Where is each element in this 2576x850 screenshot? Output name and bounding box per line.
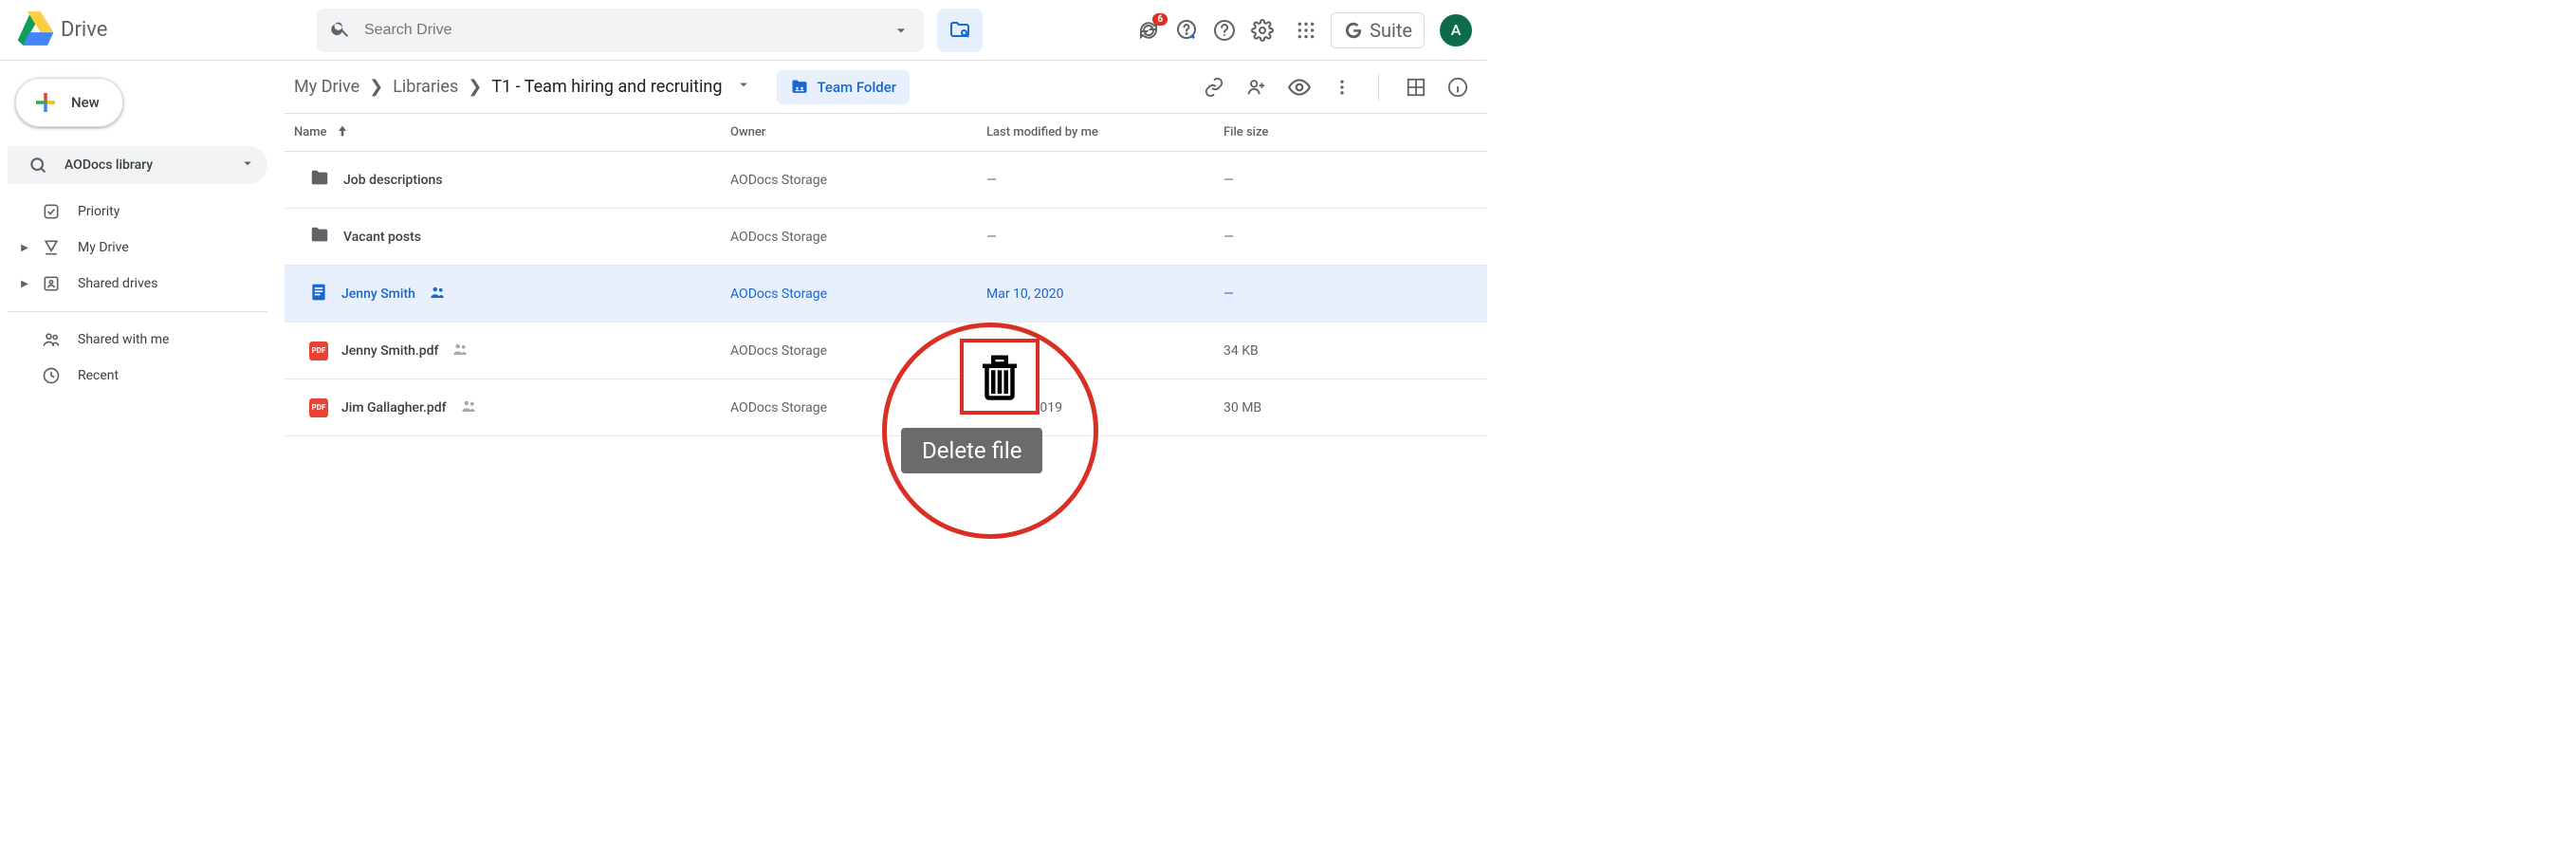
chevron-right-icon: ❯ bbox=[468, 77, 482, 97]
team-folder-label: Team Folder bbox=[817, 79, 896, 96]
sidebar-item-label: Shared with me bbox=[78, 332, 256, 347]
chevron-down-icon[interactable] bbox=[735, 76, 752, 98]
shared-icon bbox=[429, 284, 446, 305]
sidebar-item-priority[interactable]: Priority bbox=[8, 194, 267, 230]
file-name: Jenny Smith bbox=[341, 286, 415, 302]
file-name: Jim Gallagher.pdf bbox=[341, 400, 447, 416]
breadcrumb-my-drive[interactable]: My Drive bbox=[294, 77, 359, 97]
new-button-label: New bbox=[71, 94, 100, 111]
sidebar-divider bbox=[8, 311, 267, 312]
expand-arrow-icon[interactable]: ▶ bbox=[19, 243, 30, 253]
new-button[interactable]: New bbox=[15, 78, 123, 127]
gdoc-icon bbox=[309, 283, 328, 305]
file-owner: AODocs Storage bbox=[730, 230, 986, 245]
file-size: 30 MB bbox=[1224, 400, 1468, 416]
pdf-icon: PDF bbox=[309, 342, 328, 360]
file-name: Vacant posts bbox=[343, 230, 421, 245]
toolbar-divider bbox=[1378, 74, 1379, 101]
main-content: My Drive ❯ Libraries ❯ T1 - Team hiring … bbox=[285, 61, 1487, 436]
logo-area[interactable]: Drive bbox=[15, 11, 224, 49]
sidebar-aodocs-library[interactable]: AODocs library bbox=[8, 146, 267, 184]
team-folder-chip[interactable]: Team Folder bbox=[777, 70, 910, 104]
breadcrumb-libraries[interactable]: Libraries bbox=[393, 77, 458, 97]
file-list: Job descriptionsAODocs Storage——Vacant p… bbox=[285, 152, 1487, 436]
sidebar-item-recent[interactable]: Recent bbox=[8, 358, 267, 394]
search-icon bbox=[330, 18, 351, 43]
file-size: — bbox=[1224, 230, 1468, 245]
sort-arrow-up-icon bbox=[335, 123, 350, 142]
product-name: Drive bbox=[61, 18, 107, 42]
get-link-icon[interactable] bbox=[1204, 77, 1224, 98]
sidebar-item-shared-drives[interactable]: ▶ Shared drives bbox=[8, 266, 267, 302]
chevron-down-icon bbox=[239, 155, 256, 176]
file-modified: — bbox=[986, 173, 1224, 188]
file-size: 34 KB bbox=[1224, 343, 1468, 359]
preview-eye-icon[interactable] bbox=[1287, 75, 1312, 100]
gsuite-label: Suite bbox=[1370, 19, 1412, 42]
file-size: — bbox=[1224, 173, 1468, 188]
sidebar-item-label: Recent bbox=[78, 368, 256, 383]
sidebar-item-label: Shared drives bbox=[78, 276, 256, 291]
file-owner: AODocs Storage bbox=[730, 286, 986, 302]
column-header-size[interactable]: File size bbox=[1224, 125, 1468, 139]
content-toolbar: My Drive ❯ Libraries ❯ T1 - Team hiring … bbox=[285, 61, 1487, 114]
shared-icon bbox=[451, 341, 469, 361]
folder-icon bbox=[309, 168, 330, 193]
file-owner: AODocs Storage bbox=[730, 173, 986, 188]
shared-icon bbox=[460, 397, 477, 418]
sidebar-item-label: Priority bbox=[78, 204, 256, 219]
search-input[interactable] bbox=[364, 22, 892, 39]
share-icon[interactable] bbox=[1245, 77, 1266, 98]
sidebar-item-label: My Drive bbox=[78, 240, 256, 255]
search-options-dropdown-icon[interactable] bbox=[892, 21, 911, 40]
sidebar: New AODocs library Priority ▶ My Drive ▶… bbox=[0, 61, 285, 436]
grid-view-icon[interactable] bbox=[1406, 77, 1426, 98]
annotation-trash-box bbox=[960, 339, 1040, 415]
file-row[interactable]: Jenny Smith AODocs StorageMar 10, 2020— bbox=[285, 266, 1487, 323]
account-avatar[interactable]: A bbox=[1440, 14, 1472, 46]
folder-search-button[interactable] bbox=[937, 9, 983, 52]
toolbar-actions bbox=[1204, 74, 1468, 101]
search-bar[interactable] bbox=[317, 9, 924, 52]
details-info-icon[interactable] bbox=[1447, 77, 1468, 98]
header-actions: 6 Suite A bbox=[1137, 12, 1472, 48]
support-icon[interactable] bbox=[1213, 19, 1236, 42]
expand-arrow-icon[interactable]: ▶ bbox=[19, 279, 30, 289]
chevron-right-icon: ❯ bbox=[369, 77, 383, 97]
app-header: Drive 6 Suite A bbox=[0, 0, 1487, 61]
more-actions-icon[interactable] bbox=[1333, 78, 1352, 97]
sidebar-item-my-drive[interactable]: ▶ My Drive bbox=[8, 230, 267, 266]
file-row[interactable]: Job descriptionsAODocs Storage—— bbox=[285, 152, 1487, 209]
column-header-owner[interactable]: Owner bbox=[730, 125, 986, 139]
file-size: — bbox=[1224, 286, 1468, 302]
file-name: Jenny Smith.pdf bbox=[341, 343, 438, 359]
sidebar-aodocs-label: AODocs library bbox=[64, 157, 222, 173]
file-modified: Mar 10, 2020 bbox=[986, 286, 1224, 302]
breadcrumb: My Drive ❯ Libraries ❯ T1 - Team hiring … bbox=[294, 76, 752, 98]
folder-icon bbox=[309, 225, 330, 249]
help-download-icon[interactable] bbox=[1175, 19, 1198, 42]
breadcrumb-current[interactable]: T1 - Team hiring and recruiting bbox=[491, 77, 722, 97]
offline-badge: 6 bbox=[1152, 13, 1168, 26]
apps-grid-icon[interactable] bbox=[1297, 21, 1316, 40]
file-row[interactable]: PDFJenny Smith.pdfAODocs Storage—34 KB bbox=[285, 323, 1487, 379]
pdf-icon: PDF bbox=[309, 398, 328, 417]
drive-logo-icon bbox=[15, 11, 53, 49]
file-modified: — bbox=[986, 230, 1224, 245]
offline-sync-icon[interactable]: 6 bbox=[1137, 19, 1160, 42]
file-name: Job descriptions bbox=[343, 173, 443, 188]
gsuite-badge[interactable]: Suite bbox=[1331, 12, 1425, 48]
column-headers: Name Owner Last modified by me File size bbox=[285, 114, 1487, 152]
file-row[interactable]: Vacant postsAODocs Storage—— bbox=[285, 209, 1487, 266]
delete-file-tooltip: Delete file bbox=[901, 428, 1042, 473]
column-header-name[interactable]: Name bbox=[294, 123, 730, 142]
sidebar-item-shared-with-me[interactable]: Shared with me bbox=[8, 322, 267, 358]
column-header-modified[interactable]: Last modified by me bbox=[986, 125, 1224, 139]
settings-gear-icon[interactable] bbox=[1251, 19, 1274, 42]
